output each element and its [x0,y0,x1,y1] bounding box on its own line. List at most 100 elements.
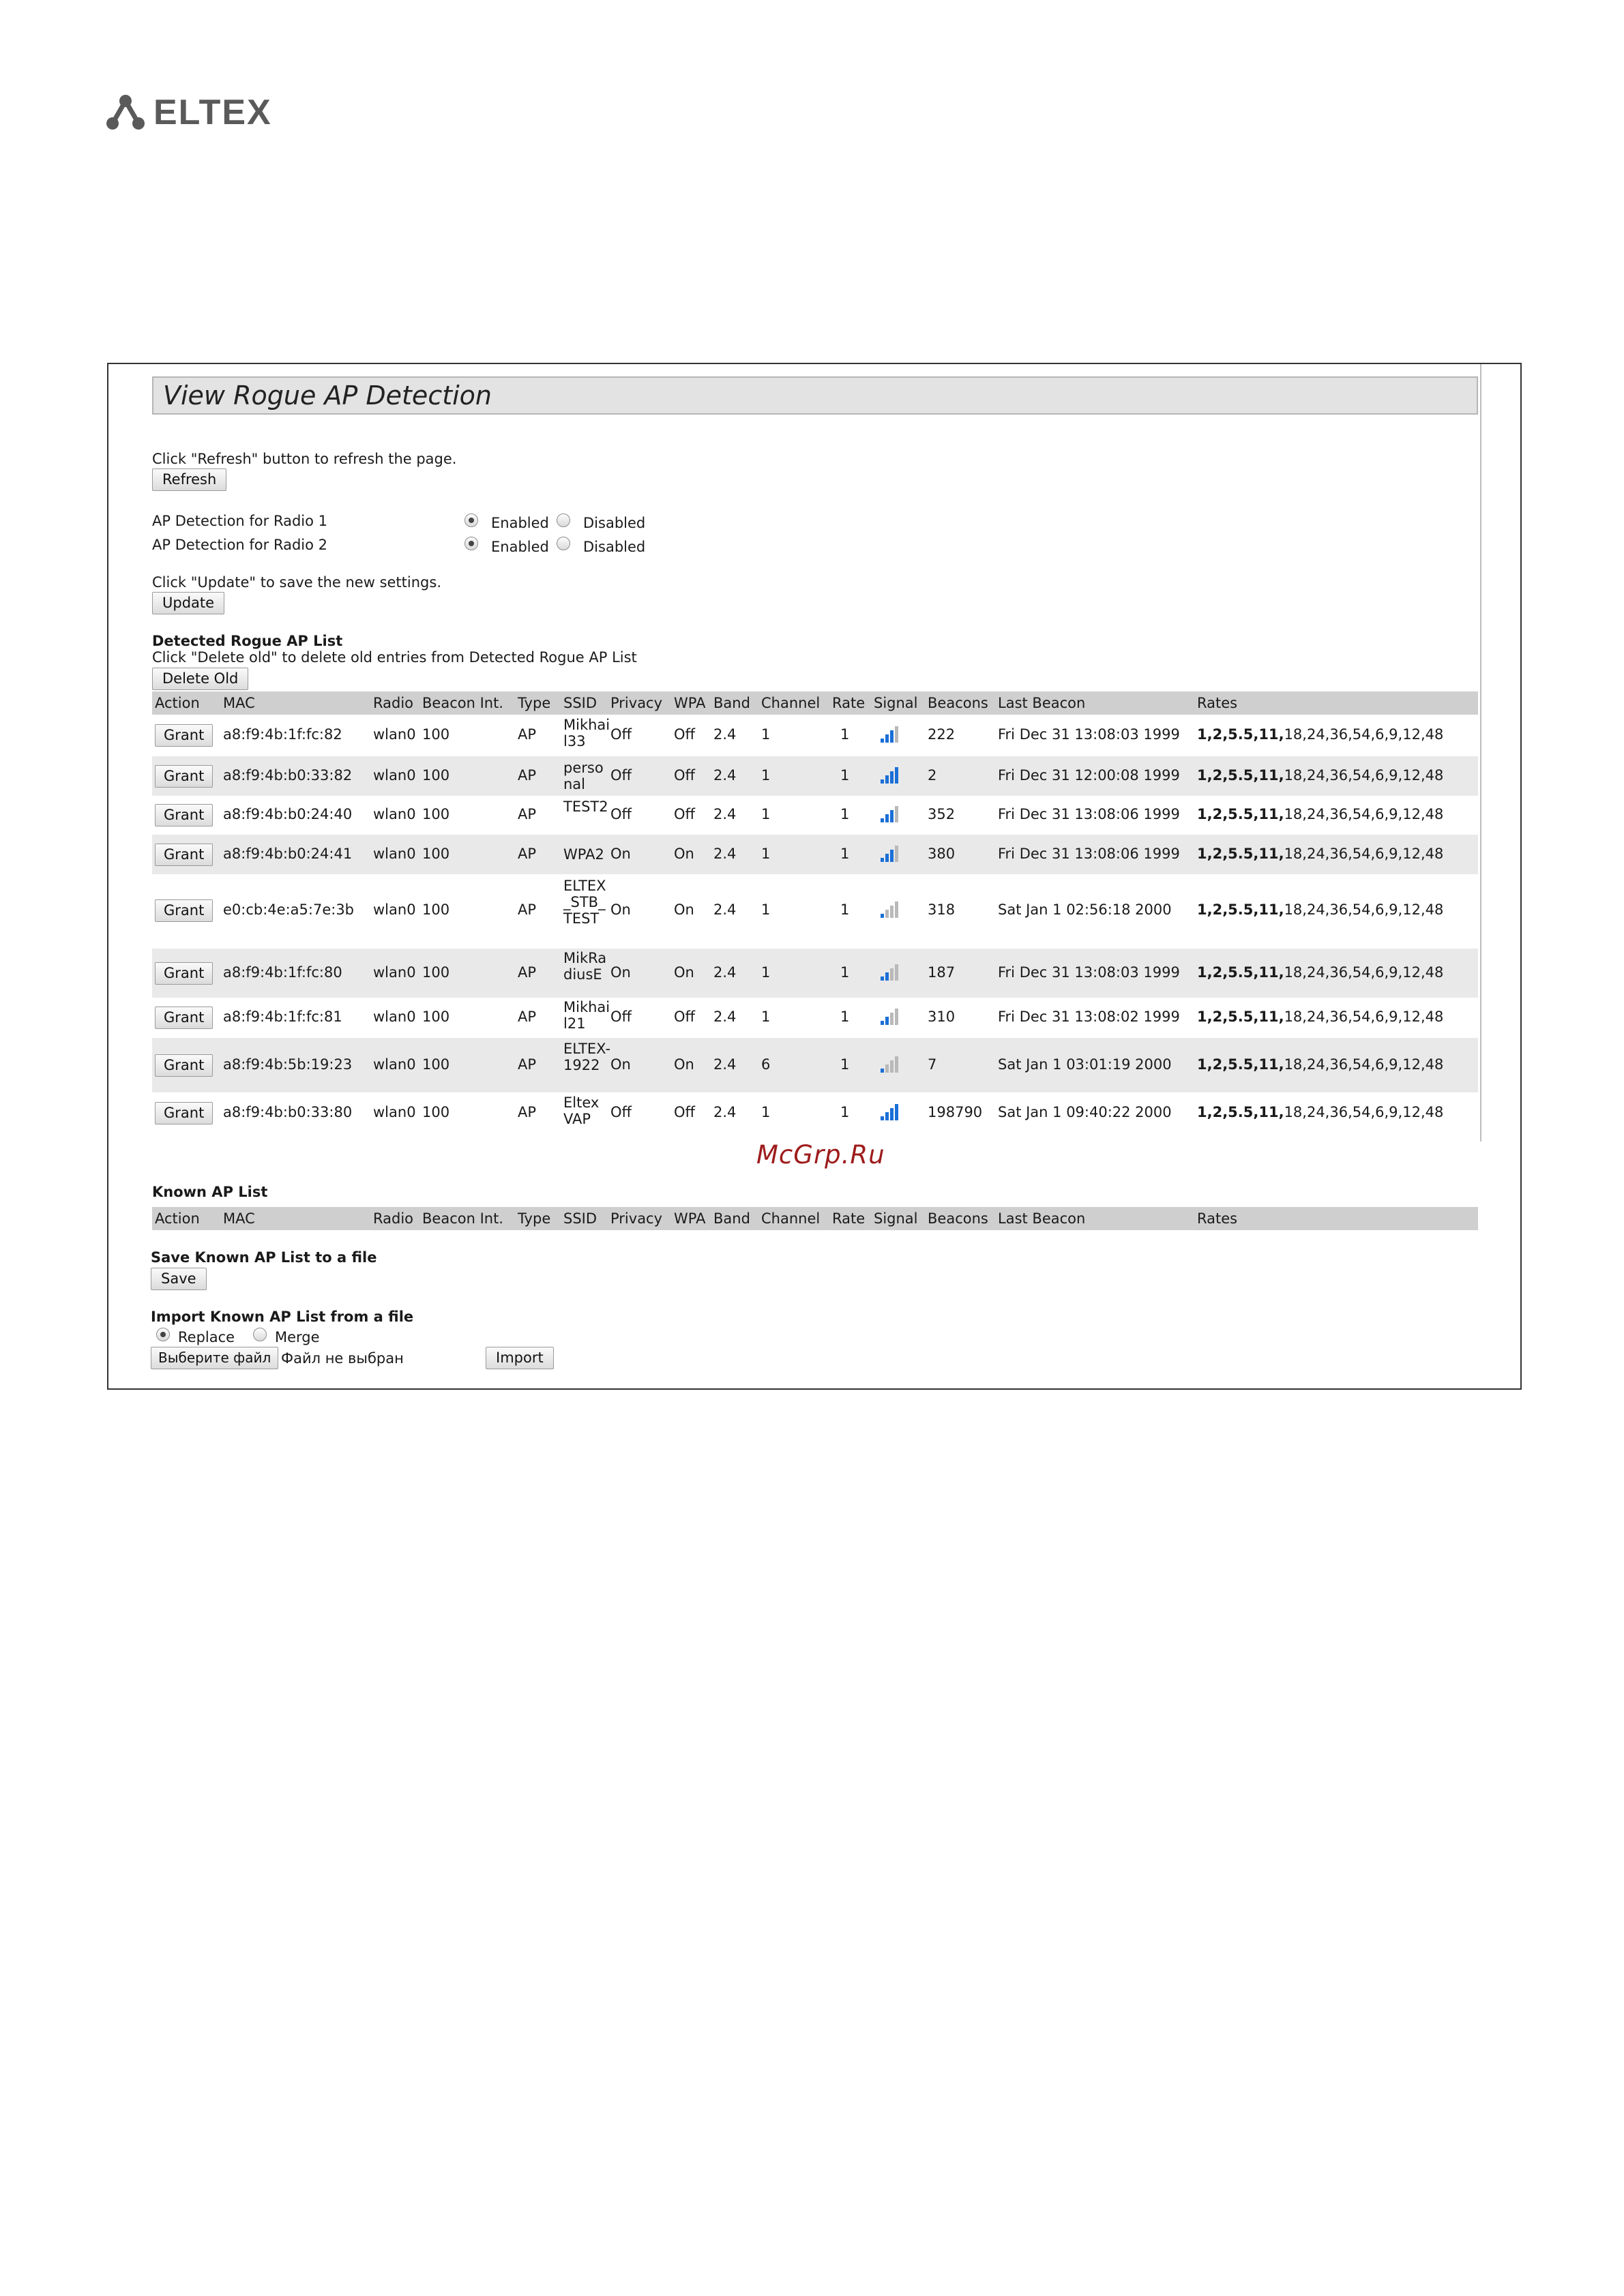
signal-bar [890,850,894,862]
signal-bar [895,726,898,743]
delete-old-button[interactable]: Delete Old [152,668,249,690]
basic-rates: 1,2,5.5,11, [1197,846,1284,862]
save-button[interactable]: Save [151,1268,207,1290]
basic-rates: 1,2,5.5,11, [1197,1104,1284,1120]
cell-privacy: On [610,1056,631,1073]
signal-strength-icon [881,1103,904,1120]
cell-wpa: Off [674,806,695,822]
col-rates[interactable]: Rates [1197,691,1237,715]
radio1-disabled-radio[interactable] [557,513,570,527]
cell-rate: 1 [840,964,850,981]
cell-beacons: 380 [928,846,956,862]
col-signal[interactable]: Signal [874,1207,918,1230]
screenshot-frame: View Rogue AP Detection Click "Refresh" … [107,363,1522,1390]
signal-bar [890,730,894,743]
import-button[interactable]: Import [486,1347,554,1369]
col-last-beacon[interactable]: Last Beacon [998,691,1085,715]
cell-type: AP [518,806,537,822]
refresh-button[interactable]: Refresh [152,468,227,491]
col-channel[interactable]: Channel [761,1207,820,1230]
table-row: Grant a8:f9:4b:1f:fc:82 wlan0 100 AP Off Off 2.… [152,715,1478,755]
signal-bar [881,858,884,862]
col-radio[interactable]: Radio [373,691,413,715]
cell-channel: 1 [761,846,771,862]
grant-button[interactable]: Grant [155,1007,213,1029]
col-channel[interactable]: Channel [761,691,820,715]
cell-mac: a8:f9:4b:b0:33:80 [223,1104,353,1120]
grant-button[interactable]: Grant [155,765,213,788]
cell-rates: 1,2,5.5,11,18,24,36,54,6,9,12,48 [1197,767,1443,784]
signal-bar [895,846,898,862]
col-wpa[interactable]: WPA [674,691,705,715]
cell-beacons: 318 [928,901,956,918]
cell-radio: wlan0 [373,1009,416,1025]
col-action[interactable]: Action [155,691,200,715]
col-wpa[interactable]: WPA [674,1207,705,1230]
radio2-enabled-radio[interactable] [464,537,478,550]
signal-strength-icon [881,844,904,862]
update-button[interactable]: Update [152,592,225,614]
radio1-enabled-radio[interactable] [464,513,478,527]
replace-label: Replace [178,1329,235,1345]
col-rate[interactable]: Rate [832,1207,865,1230]
cell-beacon-int: 100 [422,901,450,918]
cell-band: 2.4 [713,806,737,822]
cell-wpa: Off [674,726,695,743]
cell-rates: 1,2,5.5,11,18,24,36,54,6,9,12,48 [1197,901,1443,918]
col-beacons[interactable]: Beacons [928,691,988,715]
merge-radio[interactable] [253,1328,267,1341]
cell-last-beacon: Fri Dec 31 13:08:06 1999 [998,846,1180,862]
grant-button[interactable]: Grant [155,899,213,922]
col-privacy[interactable]: Privacy [610,1207,662,1230]
eltex-logo-icon [106,95,145,130]
col-ssid[interactable]: SSID [563,1207,597,1230]
signal-bar [895,767,898,784]
supported-rates: 18,24,36,54,6,9,12,48 [1284,767,1444,784]
col-ssid[interactable]: SSID [563,691,597,715]
cell-mac: a8:f9:4b:1f:fc:80 [223,964,342,981]
col-rate[interactable]: Rate [832,691,865,715]
cell-radio: wlan0 [373,901,416,918]
radio1-label: AP Detection for Radio 1 [152,513,327,529]
radio2-disabled-radio[interactable] [557,537,570,550]
grant-button[interactable]: Grant [155,1102,213,1124]
grant-button[interactable]: Grant [155,844,213,866]
col-beacon-int[interactable]: Beacon Int. [422,691,503,715]
grant-button[interactable]: Grant [155,804,213,826]
grant-button[interactable]: Grant [155,1054,213,1077]
choose-file-button[interactable]: Выберите файл [151,1347,279,1369]
col-type[interactable]: Type [518,691,550,715]
col-radio[interactable]: Radio [373,1207,413,1230]
grant-button[interactable]: Grant [155,724,213,747]
col-beacons[interactable]: Beacons [928,1207,988,1230]
cell-wpa: Off [674,1104,695,1120]
cell-rate: 1 [840,1104,850,1120]
cell-radio: wlan0 [373,767,416,784]
radio2-disabled-label: Disabled [583,539,646,555]
supported-rates: 18,24,36,54,6,9,12,48 [1284,964,1444,981]
col-signal[interactable]: Signal [874,691,918,715]
cell-band: 2.4 [713,1104,737,1120]
signal-bar [885,734,889,743]
col-rates[interactable]: Rates [1197,1207,1237,1230]
col-band[interactable]: Band [713,1207,750,1230]
grant-button[interactable]: Grant [155,962,213,985]
signal-bar [881,1069,884,1073]
col-type[interactable]: Type [518,1207,550,1230]
replace-radio[interactable] [156,1328,170,1341]
col-last-beacon[interactable]: Last Beacon [998,1207,1085,1230]
file-status: Файл не выбран [281,1350,404,1367]
col-action[interactable]: Action [155,1207,200,1230]
cell-beacon-int: 100 [422,767,450,784]
cell-ssid: Mikhail33 [563,717,610,749]
col-band[interactable]: Band [713,691,750,715]
cell-privacy: Off [610,806,632,822]
col-beacon-int[interactable]: Beacon Int. [422,1207,503,1230]
signal-bar [890,771,894,784]
supported-rates: 18,24,36,54,6,9,12,48 [1284,846,1444,862]
cell-wpa: On [674,964,694,981]
col-privacy[interactable]: Privacy [610,691,662,715]
cell-beacon-int: 100 [422,964,450,981]
col-mac[interactable]: MAC [223,1207,255,1230]
col-mac[interactable]: MAC [223,691,255,715]
